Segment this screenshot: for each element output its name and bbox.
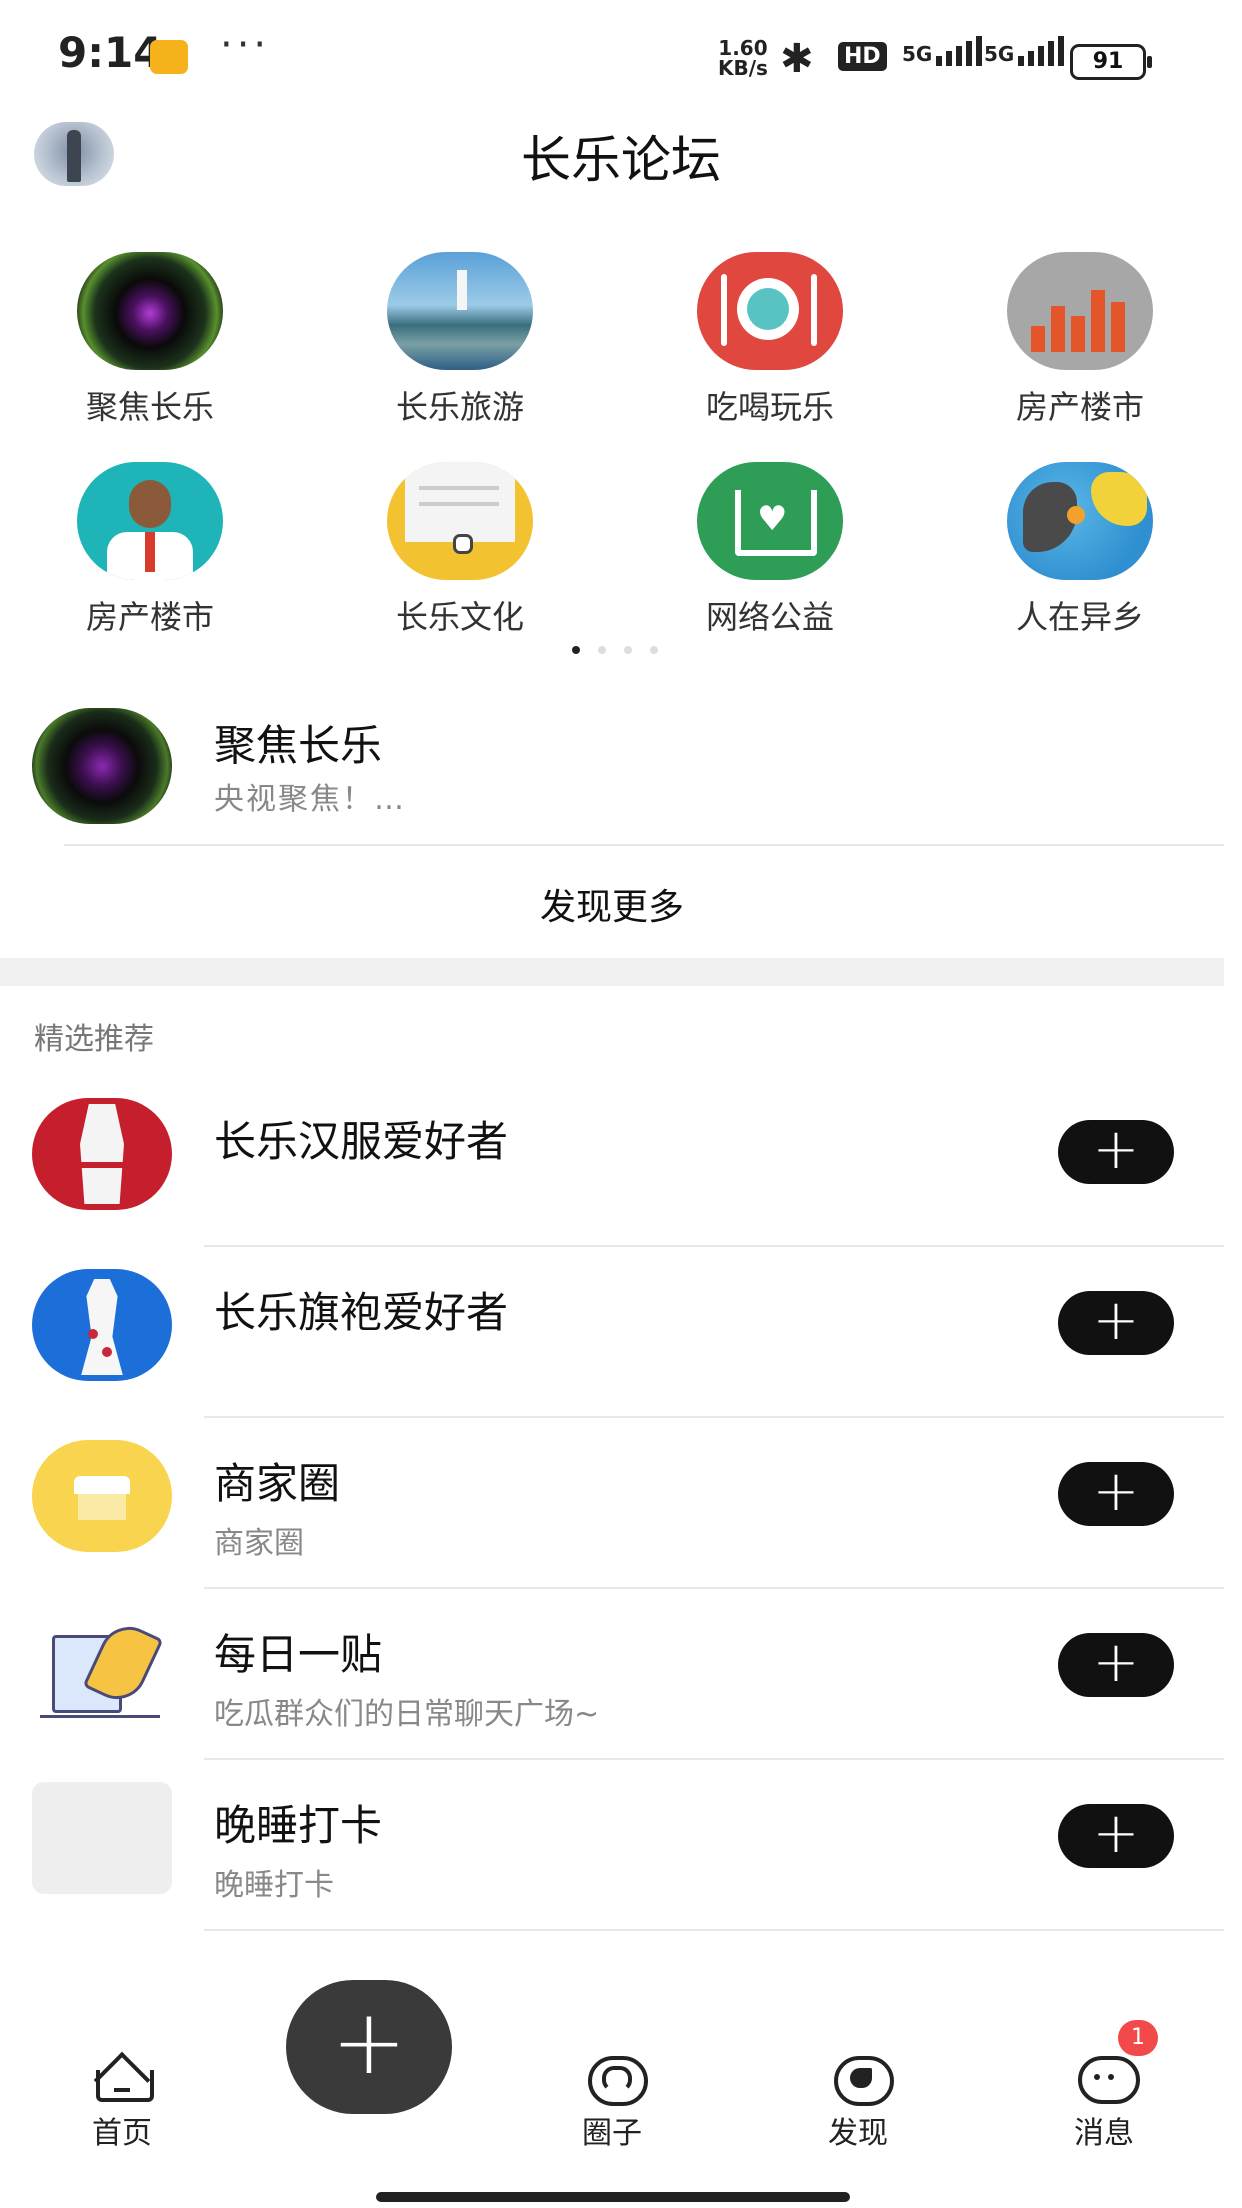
tab-home[interactable]: 首页 [52,2051,192,2152]
battery-indicator: 91 [1070,44,1152,80]
category-label: 吃喝玩乐 [705,388,834,426]
pager-dot[interactable] [650,646,658,654]
create-post-button[interactable]: + [286,1980,452,2114]
network-speed-value: 1.60 [718,36,768,60]
tab-label: 圈子 [582,2116,642,2151]
recommend-item-qipao[interactable]: 长乐旗袍爱好者 + [0,1247,1224,1418]
tab-circle[interactable]: 圈子 [542,2054,682,2152]
join-button[interactable]: + [1058,1804,1174,1868]
envelope-letter-icon [387,462,533,580]
category-label: 人在异乡 [1015,598,1144,636]
more-notifications-icon: ··· [220,22,271,68]
section-title: 精选推荐 [34,1022,154,1057]
network-speed: 1.60 KB/s [718,38,768,78]
hd-voice-badge: HD [838,42,887,71]
recommend-title: 长乐旗袍爱好者 [214,1288,509,1337]
tab-discover[interactable]: 发现 [788,2054,928,2152]
recommend-subtitle: 晚睡打卡 [214,1868,334,1903]
notification-app-icon [150,40,188,74]
house-heart-icon: ♥ [697,462,843,580]
category-item-culture[interactable]: 长乐文化 [310,462,610,638]
pager-dot-active[interactable] [572,646,580,654]
tab-messages[interactable]: 消息 [1034,2054,1174,2152]
quill-paper-icon [32,1611,172,1723]
category-item-food[interactable]: 吃喝玩乐 [620,252,920,428]
category-item-realestate-2[interactable]: 房产楼市 [0,462,300,638]
category-item-realestate[interactable]: 房产楼市 [930,252,1230,428]
join-button[interactable]: + [1058,1462,1174,1526]
signal-bars-icon [1018,36,1065,66]
recommend-title: 晚睡打卡 [214,1801,383,1850]
signal-strength-2: 5G [984,36,1065,66]
home-icon [92,2051,154,2109]
qipao-icon [32,1269,172,1381]
featured-subtitle: 央视聚焦！… [214,782,406,817]
discover-icon [828,2054,894,2106]
messages-badge: 1 [1118,2020,1158,2056]
storefront-icon [32,1440,172,1552]
signal-1-label: 5G [902,42,933,66]
status-bar: 9:14 ··· 1.60 KB/s ✱ HD 5G 5G 91 [0,0,1242,110]
bottom-nav: 首页 圈子 发现 消息 [0,2040,1242,2208]
category-label: 房产楼市 [85,598,214,636]
recommend-item-hanfu[interactable]: 长乐汉服爱好者 + [0,1076,1224,1247]
chat-bubble-icon [1074,2054,1140,2104]
divider [204,1929,1224,1931]
discover-more-button[interactable]: 发现更多 [0,878,1224,930]
home-indicator[interactable] [376,2192,850,2202]
category-label: 长乐文化 [395,598,524,636]
pager-dot[interactable] [598,646,606,654]
bluetooth-icon: ✱ [780,36,814,82]
signal-2-label: 5G [984,42,1015,66]
recommend-item-daily-post[interactable]: 每日一贴 吃瓜群众们的日常聊天广场~ + [0,1589,1224,1760]
featured-item[interactable] [0,700,1224,840]
category-item-focus[interactable]: 聚焦长乐 [0,252,300,428]
category-item-abroad[interactable]: 人在异乡 [930,462,1230,638]
page-title: 长乐论坛 [521,131,721,189]
divider [64,844,1224,846]
category-label: 聚焦长乐 [85,388,214,426]
recommend-subtitle: 商家圈 [214,1526,304,1561]
join-button[interactable]: + [1058,1633,1174,1697]
camera-lens-icon [77,252,223,370]
recommend-item-merchants[interactable]: 商家圈 商家圈 + [0,1418,1224,1589]
network-speed-unit: KB/s [718,56,768,80]
headset-agent-icon [77,462,223,580]
recommend-item-late-night[interactable]: 晚睡打卡 晚睡打卡 + [0,1760,1224,1931]
bar-chart-icon [1007,252,1153,370]
tab-label: 发现 [828,2116,888,2151]
recommend-subtitle: 吃瓜群众们的日常聊天广场~ [214,1697,600,1732]
camera-lens-icon [32,708,172,824]
category-item-tourism[interactable]: 长乐旅游 [310,252,610,428]
pager-dot[interactable] [624,646,632,654]
signal-bars-icon [936,36,983,66]
island-lighthouse-icon [387,252,533,370]
hanfu-icon [32,1098,172,1210]
join-button[interactable]: + [1058,1120,1174,1184]
category-label: 长乐旅游 [395,388,524,426]
category-label: 房产楼市 [1015,388,1144,426]
signal-strength-1: 5G [902,36,983,66]
plate-fork-knife-icon [697,252,843,370]
category-item-charity[interactable]: ♥ 网络公益 [620,462,920,638]
globe-map-pin-icon [1007,462,1153,580]
recommend-title: 每日一贴 [214,1630,383,1679]
join-button[interactable]: + [1058,1291,1174,1355]
featured-title: 聚焦长乐 [214,721,383,770]
status-time: 9:14 [58,28,163,77]
recommend-title: 商家圈 [214,1459,341,1508]
tab-label: 消息 [1074,2116,1134,2151]
circle-icon [582,2054,648,2106]
category-label: 网络公益 [705,598,834,636]
section-gap [0,958,1224,986]
placeholder-image-icon [32,1782,172,1894]
recommend-title: 长乐汉服爱好者 [214,1117,509,1166]
tab-label: 首页 [92,2116,152,2151]
